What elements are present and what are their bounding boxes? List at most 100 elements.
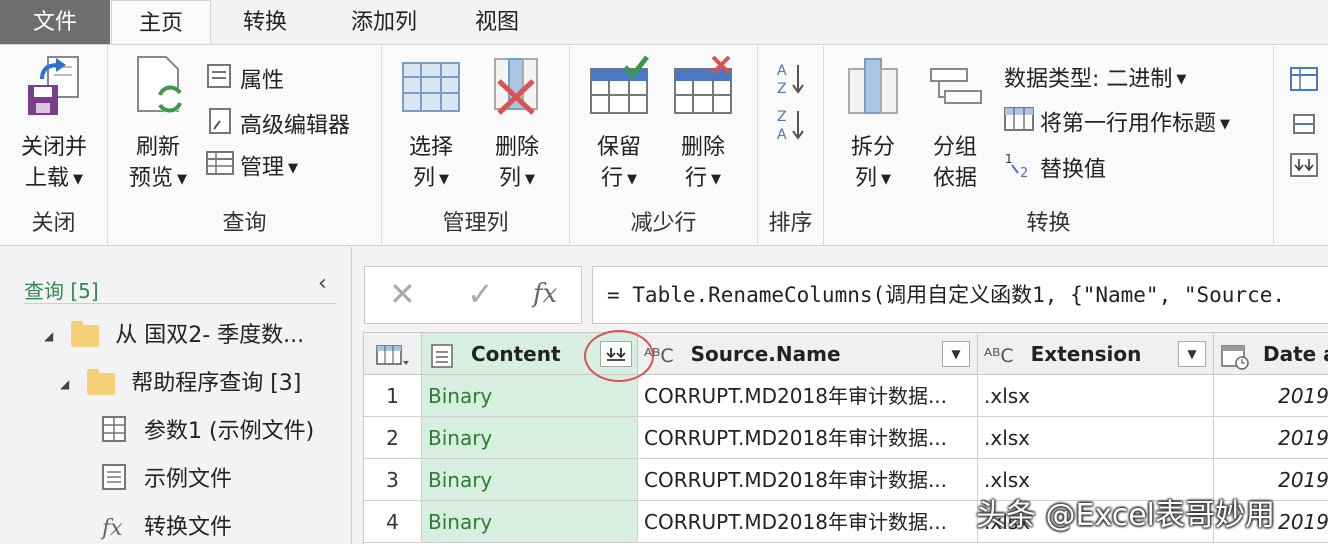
- table-list-icon: [102, 464, 126, 496]
- ribbon-partial-button-2[interactable]: [1290, 111, 1318, 145]
- table-menu-button[interactable]: [364, 333, 422, 375]
- column-header-extension[interactable]: ᴬᴮC Extension ▼: [978, 333, 1214, 375]
- query-item-sample-file[interactable]: 示例文件: [102, 461, 232, 496]
- refresh-preview-button[interactable]: 刷新 预览 ▼: [120, 55, 196, 195]
- data-type-dropdown[interactable]: 数据类型: 二进制 ▼: [1004, 63, 1186, 97]
- sort-descending-icon: ZA: [776, 109, 806, 149]
- table-cell-source-name[interactable]: CORRUPT.MD2018年审计数据...: [638, 501, 978, 543]
- group-label-sort: 排序: [768, 211, 813, 236]
- table-cell-content[interactable]: Binary: [422, 417, 638, 459]
- tab-home[interactable]: 主页: [111, 0, 211, 46]
- refresh-label-2: 预览: [128, 166, 173, 191]
- cancel-icon[interactable]: ✕: [389, 275, 416, 313]
- table-cell-source-name[interactable]: CORRUPT.MD2018年审计数据...: [638, 375, 978, 417]
- refresh-label-2-wrap: 预览 ▼: [120, 163, 196, 195]
- svg-text:1: 1: [1005, 152, 1013, 166]
- svg-text:A: A: [777, 127, 787, 143]
- svg-text:2: 2: [1020, 166, 1028, 179]
- close-load-icon: [8, 55, 100, 126]
- properties-label: 属性: [240, 68, 285, 94]
- transpose-icon: [1290, 114, 1318, 143]
- query-folder-helper[interactable]: ◢ 帮助程序查询 [3]: [60, 365, 301, 397]
- ribbon-partial-button-3[interactable]: [1290, 153, 1318, 187]
- table-cell-content[interactable]: Binary: [422, 501, 638, 543]
- column-name-content: Content: [470, 342, 561, 366]
- sort-ascending-button[interactable]: AZ: [776, 61, 806, 101]
- table-cell-source-name[interactable]: CORRUPT.MD2018年审计数据...: [638, 459, 978, 501]
- remove-columns-label-2: 列: [498, 166, 521, 191]
- ribbon-group-sort: AZ ZA 排序: [758, 45, 824, 245]
- column-name-source-name: Source.Name: [690, 342, 841, 366]
- table-cell-source-name[interactable]: CORRUPT.MD2018年审计数据...: [638, 417, 978, 459]
- properties-button[interactable]: 属性: [206, 63, 284, 97]
- column-header-date[interactable]: Date a: [1214, 333, 1328, 375]
- group-label-transform: 转换: [1026, 211, 1071, 236]
- query-folder-helper-label: 帮助程序查询 [3]: [131, 371, 302, 396]
- table-cell-content[interactable]: Binary: [422, 375, 638, 417]
- group-by-label-1: 分组: [932, 135, 977, 160]
- column-header-source-name[interactable]: ᴬᴮC Source.Name ▼: [638, 333, 978, 375]
- group-label-query: 查询: [222, 211, 267, 236]
- table-cell-content[interactable]: Binary: [422, 459, 638, 501]
- remove-columns-label-2-wrap: 列 ▼: [480, 163, 554, 195]
- table-cell-extension[interactable]: .xlsx: [978, 417, 1214, 459]
- fx-icon[interactable]: fx: [533, 279, 557, 309]
- first-row-header-button[interactable]: 将第一行用作标题 ▼: [1004, 107, 1230, 141]
- chevron-down-icon: ▼: [525, 171, 535, 187]
- remove-rows-button[interactable]: 删除 行 ▼: [666, 55, 740, 195]
- column-name-extension: Extension: [1030, 342, 1142, 366]
- tab-view[interactable]: 视图: [452, 0, 542, 44]
- query-folder-main[interactable]: ◢ 从 国双2- 季度数...: [44, 317, 304, 349]
- query-item-parameter[interactable]: 参数1 (示例文件): [102, 413, 314, 448]
- chevron-down-icon: ▼: [627, 171, 637, 187]
- query-item-parameter-label: 参数1 (示例文件): [144, 419, 315, 444]
- commit-check-icon[interactable]: ✓: [467, 275, 494, 313]
- choose-columns-label-2: 列: [412, 166, 435, 191]
- expand-triangle-icon[interactable]: ◢: [44, 329, 53, 343]
- group-by-icon: [920, 55, 990, 126]
- chevron-down-icon: ▼: [73, 171, 83, 187]
- refresh-icon: [120, 55, 196, 126]
- query-item-transform-file[interactable]: fx 转换文件: [102, 509, 232, 541]
- table-cell-date[interactable]: 2019: [1214, 417, 1328, 459]
- split-column-button[interactable]: 拆分 列 ▼: [838, 55, 908, 195]
- remove-columns-label-1: 删除: [494, 135, 539, 160]
- table-header-icon: [1004, 107, 1034, 142]
- formula-bar-buttons: ✕ ✓ fx: [364, 266, 582, 324]
- table-cell-date[interactable]: 2019: [1214, 375, 1328, 417]
- replace-values-button[interactable]: 1 2 替换值: [1004, 151, 1106, 185]
- tab-add-column[interactable]: 添加列: [328, 0, 440, 44]
- row-number: 3: [364, 459, 422, 501]
- choose-columns-button[interactable]: 选择 列 ▼: [394, 55, 468, 195]
- ribbon-group-partial: [1274, 45, 1328, 245]
- ribbon-partial-button-1[interactable]: [1290, 67, 1318, 101]
- chevron-down-icon[interactable]: ▼: [1178, 341, 1206, 367]
- keep-rows-button[interactable]: 保留 行 ▼: [582, 55, 656, 195]
- remove-columns-button[interactable]: 删除 列 ▼: [480, 55, 554, 195]
- refresh-label-1: 刷新: [135, 135, 180, 160]
- parameter-icon: [102, 416, 126, 448]
- advanced-editor-button[interactable]: 高级编辑器: [206, 107, 350, 141]
- query-folder-main-label: 从 国双2- 季度数...: [115, 323, 305, 348]
- formula-input[interactable]: = Table.RenameColumns(调用自定义函数1, {"Name",…: [592, 266, 1328, 324]
- sort-descending-button[interactable]: ZA: [776, 107, 806, 147]
- tab-file[interactable]: 文件: [0, 0, 110, 44]
- group-label-close: 关闭: [31, 211, 76, 236]
- chevron-down-icon[interactable]: ▼: [942, 341, 970, 367]
- collapse-pane-icon[interactable]: ‹: [318, 271, 327, 296]
- close-load-button[interactable]: 关闭并 上载 ▼: [8, 55, 100, 195]
- table-cell-extension[interactable]: .xlsx: [978, 375, 1214, 417]
- expand-triangle-icon[interactable]: ◢: [60, 377, 69, 391]
- remove-rows-label-2-wrap: 行 ▼: [666, 163, 740, 195]
- ribbon: 关闭并 上载 ▼ 关闭 刷新 预览 ▼ 属性 高级编辑器 管理 ▼ 查询 选择 …: [0, 44, 1328, 246]
- column-name-date: Date a: [1262, 342, 1328, 366]
- tab-transform[interactable]: 转换: [218, 0, 312, 44]
- choose-columns-icon: [394, 55, 468, 126]
- keep-rows-label-1: 保留: [596, 135, 641, 160]
- svg-text:Z: Z: [777, 109, 787, 125]
- manage-button[interactable]: 管理 ▼: [206, 151, 298, 185]
- calendar-icon: [1220, 335, 1250, 375]
- manage-label: 管理: [240, 155, 285, 181]
- group-by-button[interactable]: 分组 依据: [920, 55, 990, 194]
- close-load-label-1: 关闭并: [20, 135, 87, 160]
